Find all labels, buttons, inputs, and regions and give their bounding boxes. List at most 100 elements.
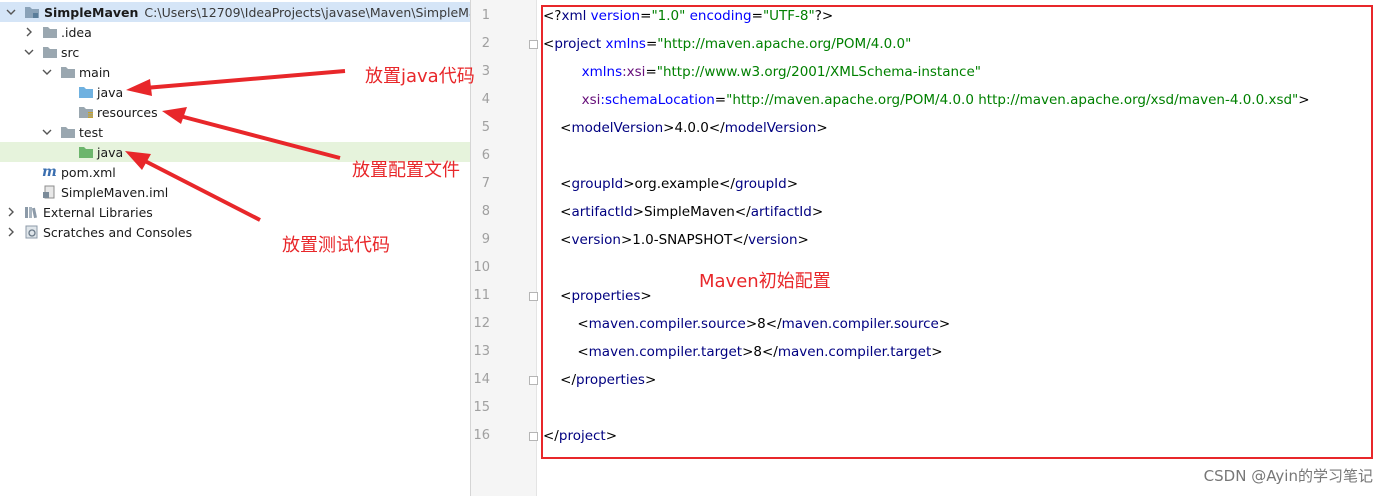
tree-item-label: Scratches and Consoles [43,224,193,240]
watermark: CSDN @Ayin的学习笔记 [1203,467,1373,485]
annotation-config-files: 放置配置文件 [352,160,460,181]
module-folder-icon [25,7,39,18]
line-number: 11 [473,288,490,303]
code-line[interactable]: </project> [543,428,617,444]
code-token: = [645,36,658,52]
code-line[interactable]: <version>1.0-SNAPSHOT</version> [543,232,809,248]
tree-item-iml[interactable]: SimpleMaven.iml [0,182,470,202]
code-token: version [571,232,621,248]
code-line[interactable]: <?xml version="1.0" encoding="UTF-8"?> [543,8,833,24]
code-token: < [543,204,572,220]
chevron-down-icon[interactable] [42,127,52,137]
code-token: < [543,232,572,248]
line-number: 4 [481,92,490,107]
code-token: > [605,428,618,444]
code-line[interactable]: xsi:schemaLocation="http://maven.apache.… [543,92,1310,108]
code-token: :xsi [622,64,646,80]
chevron-down-icon[interactable] [42,67,52,77]
code-token: > [640,288,652,304]
editor-gutter: 1 2 3 4 5 6 7 8 9 10 11 12 13 14 15 16 [471,0,538,496]
code-token: maven.compiler.target [588,344,743,360]
code-token: >1.0-SNAPSHOT</ [620,232,749,248]
code-token: < [543,120,572,136]
code-token: < [543,36,555,52]
code-token: <? [543,8,562,24]
tree-item-label: External Libraries [43,204,153,220]
code-line[interactable]: </properties> [543,372,656,388]
tree-item-label: .idea [61,24,92,40]
chevron-right-icon[interactable] [24,27,34,37]
code-token: properties [576,372,645,388]
code-token: modelVersion [571,120,664,136]
code-line[interactable]: <modelVersion>4.0.0</modelVersion> [543,120,828,136]
code-line[interactable]: <groupId>org.example</groupId> [543,176,798,192]
tree-item-label: test [79,124,104,140]
fold-marker-icon[interactable] [529,432,538,441]
code-token: "http://maven.apache.org/POM/4.0.0" [657,36,912,52]
tree-item-test[interactable]: test [0,122,470,142]
code-token: artifactId [571,204,633,220]
code-token: < [543,288,572,304]
line-number: 13 [473,344,490,359]
code-token: < [543,316,589,332]
code-token: > [931,344,943,360]
tree-item-idea[interactable]: .idea [0,22,470,42]
code-token: maven.compiler.source [588,316,746,332]
code-token: xmlns [605,36,646,52]
tree-item-label: resources [97,104,158,120]
tree-item-label: java [97,144,124,160]
code-token: < [543,176,572,192]
code-token: >4.0.0</ [663,120,725,136]
code-token: = [714,92,727,108]
code-token: modelVersion [724,120,817,136]
code-token: < [543,344,589,360]
folder-icon [43,47,57,58]
code-token: xmlns [581,64,623,80]
code-line[interactable]: <maven.compiler.target>8</maven.compiler… [543,344,943,360]
code-line[interactable]: <maven.compiler.source>8</maven.compiler… [543,316,950,332]
code-token: > [938,316,951,332]
tree-item-src[interactable]: src [0,42,470,62]
tree-item-resources[interactable]: resources [0,102,470,122]
source-folder-icon [79,87,93,98]
code-token: properties [571,288,641,304]
code-token: > [797,232,809,248]
line-number: 8 [481,204,490,219]
chevron-right-icon[interactable] [6,227,16,237]
line-number: 1 [481,8,490,23]
code-line[interactable]: xmlns:xsi="http://www.w3.org/2001/XMLSch… [543,64,981,80]
tree-item-external-libraries[interactable]: External Libraries [0,202,470,222]
fold-marker-icon[interactable] [529,376,538,385]
tree-root-simplemaven[interactable]: SimpleMaven C:\Users\12709\IdeaProjects\j… [0,2,470,22]
tree-item-label: main [79,64,111,80]
chevron-down-icon[interactable] [24,47,34,57]
code-token: = [751,8,763,24]
chevron-down-icon[interactable] [6,7,16,17]
code-token: </ [543,372,577,388]
code-line[interactable]: <artifactId>SimpleMaven</artifactId> [543,204,823,220]
fold-marker-icon[interactable] [529,292,538,301]
code-token: > [644,372,657,388]
tree-item-label: SimpleMaven.iml [61,184,169,200]
annotation-test-code: 放置测试代码 [282,235,390,256]
code-token: encoding [689,8,752,24]
module-file-icon [43,185,55,199]
code-token: >8</ [745,316,782,332]
code-token: = [640,8,652,24]
code-token: "1.0" [651,8,686,24]
code-token: > [1298,92,1310,108]
fold-marker-icon[interactable] [529,40,538,49]
line-number: 14 [473,372,490,387]
code-token: ?> [814,8,834,24]
code-editor[interactable]: 1 2 3 4 5 6 7 8 9 10 11 12 13 14 15 16 <?xml version="1… [471,0,1385,496]
line-number: 16 [473,428,490,443]
line-number: 7 [481,176,490,191]
tree-item-scratches[interactable]: Scratches and Consoles [0,222,470,242]
code-token: maven.compiler.source [781,316,939,332]
code-line[interactable]: <project xmlns="http://maven.apache.org/… [543,36,911,52]
code-line[interactable]: <properties> [543,288,652,304]
chevron-right-icon[interactable] [6,207,16,217]
code-token: "http://www.w3.org/2001/XMLSchema-instan… [656,64,981,80]
